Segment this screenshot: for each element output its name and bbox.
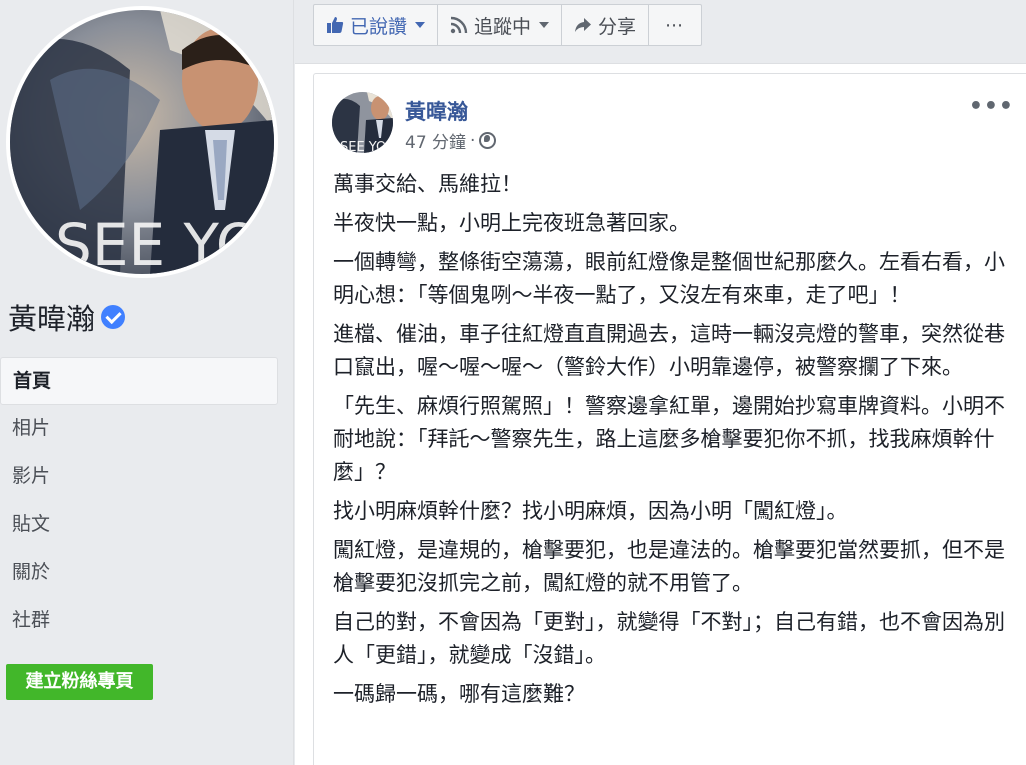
chevron-down-icon xyxy=(415,22,426,28)
nav-item-community[interactable]: 社群 xyxy=(0,597,278,645)
page-name-text: 黃暐瀚 xyxy=(8,302,96,336)
svg-text:SEE YO: SEE YO xyxy=(55,211,261,274)
post-paragraph: 進檔、催油，車子往紅燈直直開過去，這時一輛沒亮燈的警車，突然從巷口竄出，喔～喔～… xyxy=(333,322,1005,379)
page-action-bar: 已說讚 追蹤中 分享 ⋯ xyxy=(313,4,703,46)
liked-button[interactable]: 已說讚 xyxy=(314,5,439,45)
following-button[interactable]: 追蹤中 xyxy=(438,5,563,45)
post-author-name[interactable]: 黃暐瀚 xyxy=(405,96,468,126)
profile-photo: SEE YO xyxy=(10,10,274,274)
share-arrow-icon xyxy=(575,18,592,32)
profile-picture[interactable]: SEE YO xyxy=(6,6,278,278)
left-sidebar: SEE YO 黃暐瀚 首頁 相片 影片 貼文 關於 社群 建立粉絲專頁 xyxy=(0,0,294,765)
page-nav: 首頁 相片 影片 貼文 關於 社群 xyxy=(0,357,278,645)
post-paragraph: 找小明麻煩幹什麼？找小明麻煩，因為小明「闖紅燈」。 xyxy=(333,499,848,523)
page-title: 黃暐瀚 xyxy=(8,296,126,338)
verified-badge-icon xyxy=(101,305,126,329)
share-label: 分享 xyxy=(598,15,637,38)
post-paragraph: 一碼歸一碼，哪有這麼難？ xyxy=(333,682,585,706)
thumbs-up-icon xyxy=(327,17,344,33)
post-author-avatar[interactable]: SEE YO xyxy=(332,92,393,153)
nav-item-home[interactable]: 首頁 xyxy=(0,357,278,405)
globe-public-icon[interactable] xyxy=(479,132,497,149)
liked-label: 已說讚 xyxy=(350,15,408,38)
post-text: 萬事交給、馬維拉！ 半夜快一點，小明上完夜班急著回家。 一個轉彎，整條街空蕩蕩，… xyxy=(333,168,1013,717)
post-paragraph: 闖紅燈，是違規的，槍擊要犯，也是違法的。槍擊要犯當然要抓，但不是槍擊要犯沒抓完之… xyxy=(333,538,1005,595)
more-options-button[interactable]: ⋯ xyxy=(649,5,701,45)
nav-item-photos[interactable]: 相片 xyxy=(0,405,278,453)
rss-follow-icon xyxy=(450,16,468,34)
chevron-down-icon xyxy=(539,22,550,28)
nav-item-about[interactable]: 關於 xyxy=(0,549,278,597)
author-photo: SEE YO xyxy=(332,92,393,153)
post-options-button[interactable]: ••• xyxy=(969,94,1014,119)
create-page-button[interactable]: 建立粉絲專頁 xyxy=(6,664,153,700)
share-button[interactable]: 分享 xyxy=(562,5,650,45)
post-paragraph: 萬事交給、馬維拉！ xyxy=(333,172,522,196)
post-paragraph: 「先生、麻煩行照駕照」！警察邊拿紅單，邊開始抄寫車牌資料。小明不耐地說：「拜託～… xyxy=(333,394,1005,484)
nav-item-videos[interactable]: 影片 xyxy=(0,453,278,501)
post-paragraph: 一個轉彎，整條街空蕩蕩，眼前紅燈像是整個世紀那麼久。左看右看，小明心想：「等個鬼… xyxy=(333,250,1005,307)
post-paragraph: 半夜快一點，小明上完夜班急著回家。 xyxy=(333,211,690,235)
post-paragraph: 自己的對，不會因為「更對」，就變得「不對」；自己有錯，也不會因為別人「更錯」，就… xyxy=(333,610,1005,667)
following-label: 追蹤中 xyxy=(474,15,532,38)
post-timestamp[interactable]: 47 分鐘 xyxy=(405,128,466,153)
post-meta: 47 分鐘 · xyxy=(405,128,497,153)
nav-item-posts[interactable]: 貼文 xyxy=(0,501,278,549)
meta-separator: · xyxy=(470,130,476,151)
svg-text:SEE YO: SEE YO xyxy=(340,140,386,153)
post-card: SEE YO 黃暐瀚 47 分鐘 · ••• 萬事交給、馬維拉！ 半夜快一點，小… xyxy=(313,73,1026,765)
